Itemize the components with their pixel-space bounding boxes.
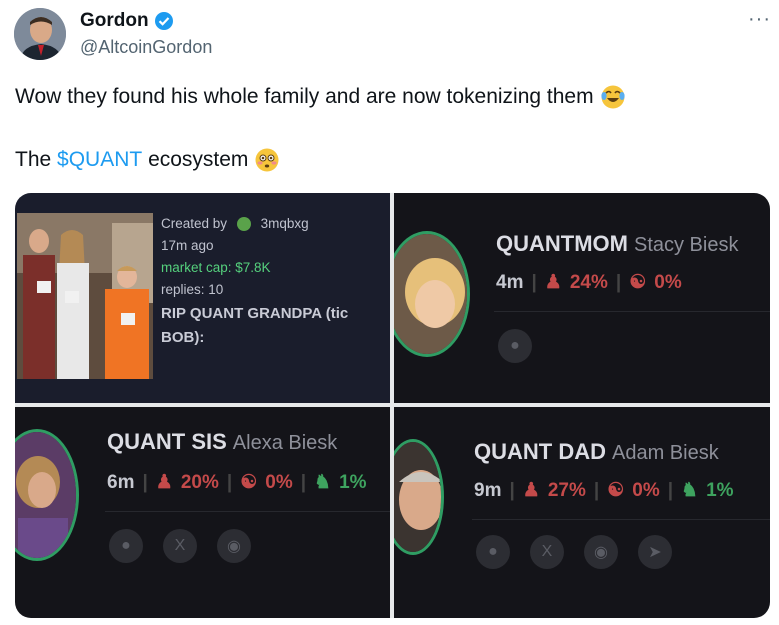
holders-icon: ♟	[155, 472, 173, 493]
token-avatar	[15, 429, 79, 561]
divider	[494, 311, 770, 312]
tweet-media-grid[interactable]: Created by 3mqbxg 17m ago market cap: $7…	[15, 193, 770, 618]
token-stats: 6m | ♟ 20% | ☯ 0% | ♞ 1%	[107, 471, 367, 494]
token-title: QUANT DAD Adam Biesk	[474, 439, 719, 465]
holders-icon: ♟	[522, 480, 540, 501]
token-ticker: QUANT SIS	[107, 429, 227, 454]
token-age: 6m	[107, 471, 135, 493]
token-title-line-2: BOB):	[161, 329, 205, 346]
token-stats: 4m | ♟ 24% | ☯ 0%	[496, 271, 682, 294]
x-twitter-icon[interactable]: X	[163, 529, 197, 563]
pill-icon[interactable]: ●	[109, 529, 143, 563]
author-avatar[interactable]	[14, 8, 66, 60]
holders-percent: 24%	[569, 271, 608, 293]
replies-count: replies: 10	[161, 282, 224, 297]
tweet-text-line-1: Wow they found his whole family and are …	[15, 84, 626, 110]
token-ticker: QUANTMOM	[496, 231, 628, 256]
token-stats: 9m | ♟ 27% | ☯ 0% | ♞ 1%	[474, 479, 734, 502]
token-title: QUANTMOM Stacy Biesk	[496, 231, 738, 257]
tweet-text-prefix: The	[15, 148, 52, 171]
created-by-label: Created by	[161, 216, 228, 231]
divider	[472, 519, 770, 520]
tears-of-joy-emoji-icon	[600, 84, 626, 110]
chef-hat-icon: ☯	[240, 472, 258, 493]
telegram-icon[interactable]: ➤	[638, 535, 672, 569]
holders-percent: 27%	[547, 479, 586, 501]
verified-badge-icon	[154, 11, 174, 31]
media-panel-quant-dad[interactable]: QUANT DAD Adam Biesk 9m | ♟ 27% | ☯ 0% | ♞ 1% ●…	[394, 407, 770, 618]
team-icon: ♞	[681, 480, 699, 501]
tweet-text-line-2: The $QUANT ecosystem	[15, 147, 280, 173]
flushed-face-emoji-icon	[254, 147, 280, 173]
divider	[105, 511, 390, 512]
media-panel-grandpa[interactable]: Created by 3mqbxg 17m ago market cap: $7…	[15, 193, 390, 403]
author-name-row: Gordon	[80, 10, 174, 32]
tweet-text-1: Wow they found his whole family and are …	[15, 85, 594, 108]
media-panel-quantmom[interactable]: QUANTMOM Stacy Biesk 4m | ♟ 24% | ☯ 0% ●	[394, 193, 770, 403]
market-cap: market cap: $7.8K	[161, 260, 271, 275]
token-avatar	[394, 231, 470, 357]
token-age: 17m ago	[161, 238, 214, 253]
token-person-name: Adam Biesk	[612, 442, 719, 464]
social-links: ● X ◉	[109, 529, 251, 563]
dev-percent: 0%	[632, 479, 660, 501]
token-age: 4m	[496, 271, 524, 293]
x-twitter-icon[interactable]: X	[530, 535, 564, 569]
more-options-icon[interactable]: ···	[748, 8, 771, 31]
family-photo	[17, 213, 153, 379]
token-title-line-1: RIP QUANT GRANDPA (tic	[161, 305, 349, 322]
dev-percent: 0%	[654, 271, 682, 293]
token-info: Created by 3mqbxg 17m ago market cap: $7…	[161, 213, 348, 349]
globe-icon[interactable]: ◉	[584, 535, 618, 569]
token-avatar	[394, 439, 444, 555]
cashtag-link[interactable]: $QUANT	[57, 148, 142, 172]
token-age: 9m	[474, 479, 502, 501]
holders-percent: 20%	[180, 471, 219, 493]
creator-name[interactable]: 3mqbxg	[261, 216, 309, 231]
team-percent: 1%	[339, 471, 367, 493]
token-ticker: QUANT DAD	[474, 439, 606, 464]
social-links: ●	[498, 329, 532, 363]
pill-icon[interactable]: ●	[476, 535, 510, 569]
globe-icon[interactable]: ◉	[217, 529, 251, 563]
token-title: QUANT SIS Alexa Biesk	[107, 429, 337, 455]
token-person-name: Stacy Biesk	[633, 234, 739, 256]
team-percent: 1%	[706, 479, 734, 501]
tweet-text-suffix: ecosystem	[148, 148, 249, 171]
chef-hat-icon: ☯	[629, 272, 647, 293]
author-handle[interactable]: @AltcoinGordon	[80, 37, 212, 58]
team-icon: ♞	[314, 472, 332, 493]
created-by-row: Created by 3mqbxg	[161, 213, 348, 235]
chef-hat-icon: ☯	[607, 480, 625, 501]
author-name[interactable]: Gordon	[80, 10, 149, 32]
dev-percent: 0%	[265, 471, 293, 493]
media-panel-quant-sis[interactable]: QUANT SIS Alexa Biesk 6m | ♟ 20% | ☯ 0% | ♞ 1% …	[15, 407, 390, 618]
token-person-name: Alexa Biesk	[232, 432, 338, 454]
pepe-avatar-icon	[236, 217, 251, 232]
pill-icon[interactable]: ●	[498, 329, 532, 363]
social-links: ● X ◉ ➤	[476, 535, 672, 569]
holders-icon: ♟	[544, 272, 562, 293]
